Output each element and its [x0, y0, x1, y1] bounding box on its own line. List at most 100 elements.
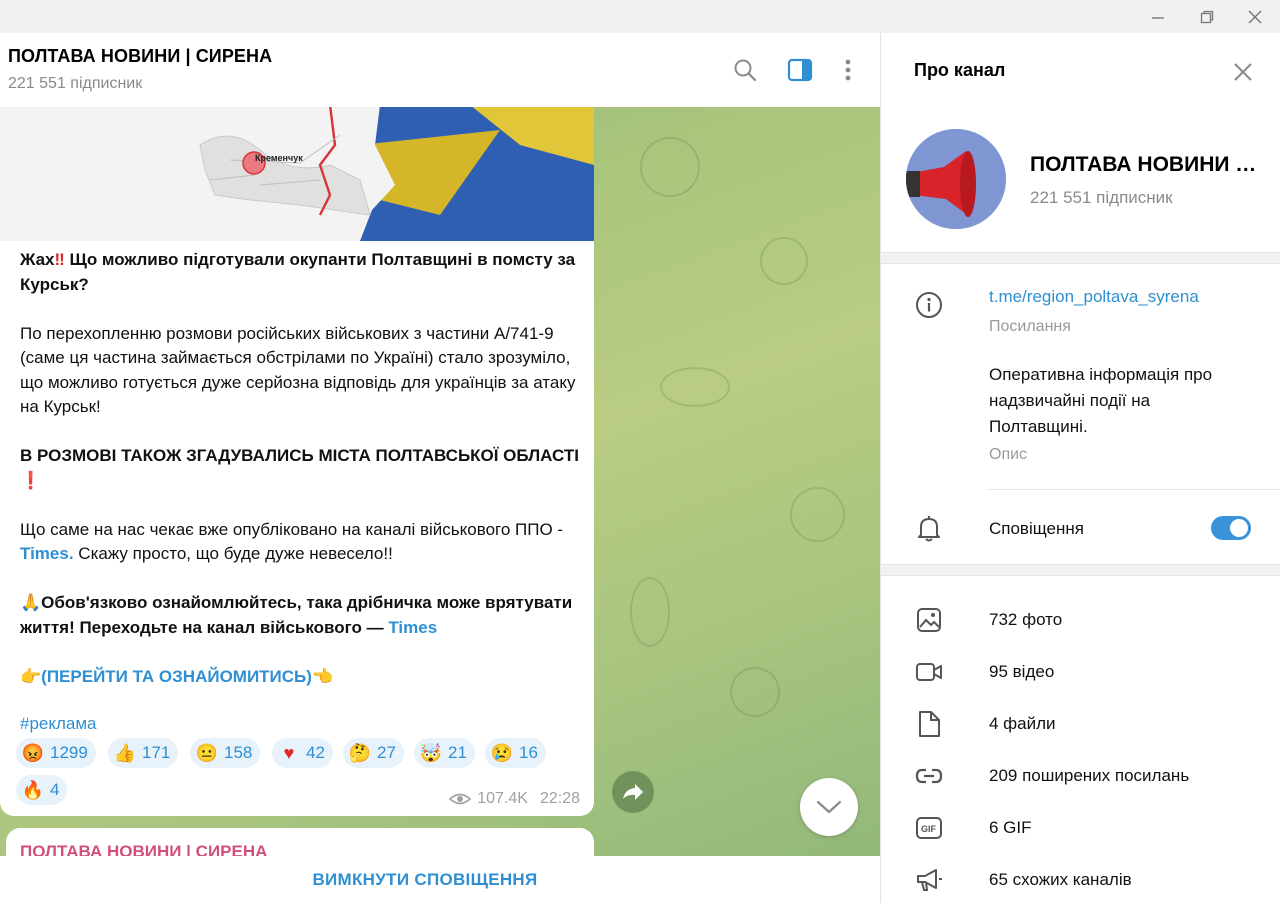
reaction-angry[interactable]: 😡 1299: [16, 738, 96, 768]
paragraph-3-cont: Скажу просто, що буде дуже невесело!!: [73, 544, 393, 563]
heart-icon: ♥: [283, 743, 295, 763]
paragraph-4: Обов'язково ознайомлюйтесь, така дрібнич…: [20, 593, 573, 637]
media-row-similar-channels[interactable]: 65 схожих каналів: [881, 854, 1280, 903]
window-titlebar: [0, 0, 1280, 33]
angry-face-icon: 😡: [21, 743, 45, 763]
neutral-face-icon: 😐: [195, 743, 219, 763]
pointing-right-icon: 👉: [20, 666, 42, 686]
thin-separator: [987, 489, 1280, 490]
link-label: Посилання: [989, 318, 1071, 335]
praying-hands-icon: 🙏: [20, 593, 42, 612]
megaphone-icon: [914, 865, 944, 895]
sidebar-toggle-icon[interactable]: [785, 55, 815, 85]
channel-name: ПОЛТАВА НОВИНИ | СИРЕНА: [1030, 153, 1260, 176]
pointing-left-icon: 👈: [311, 666, 334, 686]
chat-subscribers: 221 551 підписник: [8, 75, 143, 92]
reaction-fire[interactable]: 🔥 4: [16, 775, 68, 805]
more-menu-icon[interactable]: [833, 55, 863, 85]
map-city-label: Кременчук: [255, 153, 303, 163]
chevron-down-icon: [816, 800, 842, 814]
headline-text-cont: Що можливо підготували окупанти Полтавщи…: [20, 250, 576, 294]
thumbs-up-icon: 👍: [113, 743, 137, 763]
reaction-count: 27: [377, 743, 396, 762]
photo-icon: [914, 605, 944, 635]
close-window-icon[interactable]: [1232, 0, 1278, 33]
media-label: 732 фото: [989, 610, 1063, 629]
reaction-count: 16: [519, 743, 538, 762]
link-icon: [914, 761, 944, 791]
channel-subscribers: 221 551 підписник: [1030, 188, 1173, 207]
thinking-face-icon: 🤔: [348, 743, 372, 763]
description-label: Опис: [989, 446, 1028, 463]
restore-icon[interactable]: [1184, 0, 1230, 33]
mute-notifications-button[interactable]: ВИМКНУТИ СПОВІЩЕННЯ: [312, 870, 537, 890]
channel-message[interactable]: Кременчук Жах‼ Що можливо підготували ок…: [0, 107, 594, 816]
cta-link[interactable]: (ПЕРЕЙТИ ТА ОЗНАЙОМИТИСЬ): [41, 667, 312, 686]
gif-icon: GIF: [914, 813, 944, 843]
times-link-2[interactable]: Times: [388, 618, 437, 637]
view-count: 107.4K: [477, 790, 528, 807]
eye-icon: [449, 793, 472, 805]
reaction-thumbs-up[interactable]: 👍 171: [108, 738, 179, 768]
exploding-head-icon: 🤯: [419, 743, 443, 763]
reaction-neutral[interactable]: 😐 158: [190, 738, 261, 768]
notifications-label: Сповіщення: [989, 519, 1084, 538]
message-text: Жах‼ Що можливо підготували окупанти Пол…: [20, 248, 580, 714]
minimize-icon[interactable]: [1135, 0, 1181, 33]
next-message-preview[interactable]: ПОЛТАВА НОВИНИ | СИРЕНА: [6, 828, 594, 856]
reaction-count: 158: [224, 743, 253, 762]
forward-icon: [623, 784, 643, 800]
bottom-bar: ВИМКНУТИ СПОВІЩЕННЯ: [0, 856, 880, 903]
reaction-exploding-head[interactable]: 🤯 21: [414, 738, 475, 768]
megaphone-avatar-icon: [906, 129, 1006, 229]
media-label: 95 відео: [989, 662, 1055, 681]
channel-avatar[interactable]: [906, 129, 1006, 229]
paragraph-1: По перехопленню розмови російських війсь…: [20, 323, 576, 417]
paragraph-2: В РОЗМОВІ ТАКОЖ ЗГАДУВАЛИСЬ МІСТА ПОЛТАВ…: [20, 446, 579, 465]
background-pattern: [660, 367, 730, 407]
background-pattern: [760, 237, 808, 285]
channel-description: Оперативна інформація про надзвичайні по…: [989, 365, 1213, 436]
exclamation-icon: ❗: [20, 470, 42, 490]
media-row-links[interactable]: 209 поширених посилань: [881, 750, 1280, 802]
reaction-count: 42: [306, 743, 325, 762]
section-separator: [881, 564, 1280, 576]
reaction-count: 1299: [50, 743, 88, 762]
reaction-heart[interactable]: ♥ 42: [272, 738, 333, 768]
media-row-gifs[interactable]: GIF 6 GIF: [881, 802, 1280, 854]
media-label: 6 GIF: [989, 818, 1032, 837]
hashtag-link[interactable]: #реклама: [20, 714, 97, 734]
reaction-count: 4: [50, 780, 60, 799]
times-link[interactable]: Times.: [20, 544, 74, 563]
channel-link[interactable]: t.me/region_poltava_syrena: [989, 287, 1199, 307]
reaction-count: 171: [142, 743, 171, 762]
message-meta: 107.4K 22:28: [449, 790, 580, 808]
media-label: 4 файли: [989, 714, 1056, 733]
chat-area[interactable]: Кременчук Жах‼ Що можливо підготували ок…: [0, 107, 880, 856]
chat-title[interactable]: ПОЛТАВА НОВИНИ | СИРЕНА: [8, 46, 272, 67]
section-separator: [881, 252, 1280, 264]
notifications-toggle[interactable]: [1211, 516, 1251, 540]
reaction-crying[interactable]: 😢 16: [485, 738, 546, 768]
media-row-files[interactable]: 4 файли: [881, 698, 1280, 750]
file-icon: [914, 709, 944, 739]
scroll-down-button[interactable]: [800, 778, 858, 836]
message-image[interactable]: Кременчук: [0, 107, 594, 241]
headline-text: Жах: [20, 250, 55, 269]
bell-icon: [914, 514, 944, 544]
toggle-knob: [1230, 519, 1248, 537]
video-icon: [914, 657, 944, 687]
chat-header[interactable]: ПОЛТАВА НОВИНИ | СИРЕНА 221 551 підписни…: [0, 33, 880, 107]
media-row-photos[interactable]: 732 фото: [881, 594, 1280, 646]
close-panel-icon[interactable]: [1228, 57, 1258, 87]
reaction-thinking[interactable]: 🤔 27: [343, 738, 404, 768]
info-icon: [914, 290, 944, 320]
fire-icon: 🔥: [21, 780, 45, 800]
media-row-videos[interactable]: 95 відео: [881, 646, 1280, 698]
paragraph-3: Що саме на нас чекає вже опубліковано на…: [20, 519, 564, 539]
channel-info-panel: Про канал ПОЛТАВА НОВИНИ | СИРЕНА 221 55…: [881, 33, 1280, 903]
double-exclamation-icon: ‼: [54, 250, 65, 269]
search-icon[interactable]: [730, 55, 760, 85]
forward-button[interactable]: [612, 771, 654, 813]
background-pattern: [730, 667, 780, 717]
